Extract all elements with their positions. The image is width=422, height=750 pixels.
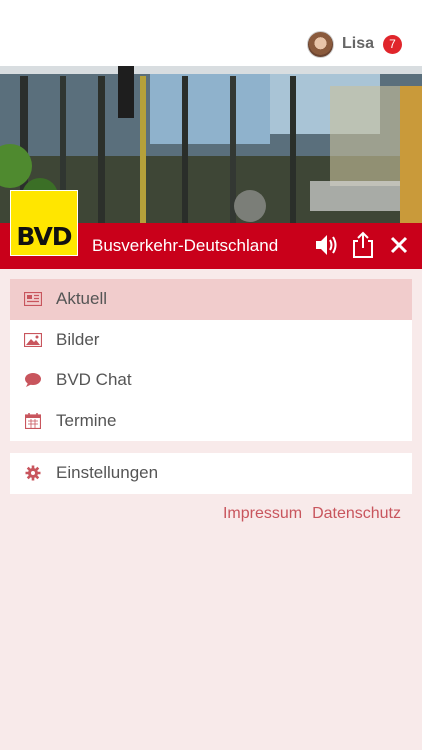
brand-title: Busverkehr-Deutschland <box>92 236 279 255</box>
menu-item-bvd-chat[interactable]: BVD Chat <box>10 360 412 401</box>
footer-links: Impressum Datenschutz <box>223 505 401 523</box>
avatar[interactable] <box>306 30 334 58</box>
settings-menu: Einstellungen <box>10 453 412 494</box>
calendar-icon <box>24 412 42 430</box>
menu-item-aktuell[interactable]: Aktuell <box>10 279 412 320</box>
datenschutz-link[interactable]: Datenschutz <box>312 505 401 523</box>
bvd-logo: BVD <box>10 190 78 256</box>
top-bar: Lisa 7 <box>0 0 422 66</box>
menu-label: Aktuell <box>56 289 108 309</box>
image-icon <box>24 331 42 349</box>
user-name[interactable]: Lisa <box>342 35 374 53</box>
menu-label: Termine <box>56 410 117 430</box>
share-icon[interactable] <box>348 230 378 260</box>
menu-label: BVD Chat <box>56 370 132 390</box>
user-profile[interactable]: Lisa 7 <box>306 30 402 58</box>
menu-label: Bilder <box>56 329 100 349</box>
notification-badge[interactable]: 7 <box>383 34 402 54</box>
main-menu: Aktuell Bilder BVD Chat Termine <box>10 279 412 441</box>
menu-item-einstellungen[interactable]: Einstellungen <box>10 453 412 494</box>
close-icon[interactable] <box>385 230 415 260</box>
chat-bubble-icon <box>24 371 42 389</box>
impressum-link[interactable]: Impressum <box>223 505 302 523</box>
logo-text: BVD <box>16 222 72 251</box>
menu-item-termine[interactable]: Termine <box>10 401 412 442</box>
gear-icon <box>24 464 42 482</box>
menu-item-bilder[interactable]: Bilder <box>10 320 412 361</box>
speaker-icon[interactable] <box>312 230 342 260</box>
newspaper-icon <box>24 290 42 308</box>
menu-label: Einstellungen <box>56 463 159 483</box>
